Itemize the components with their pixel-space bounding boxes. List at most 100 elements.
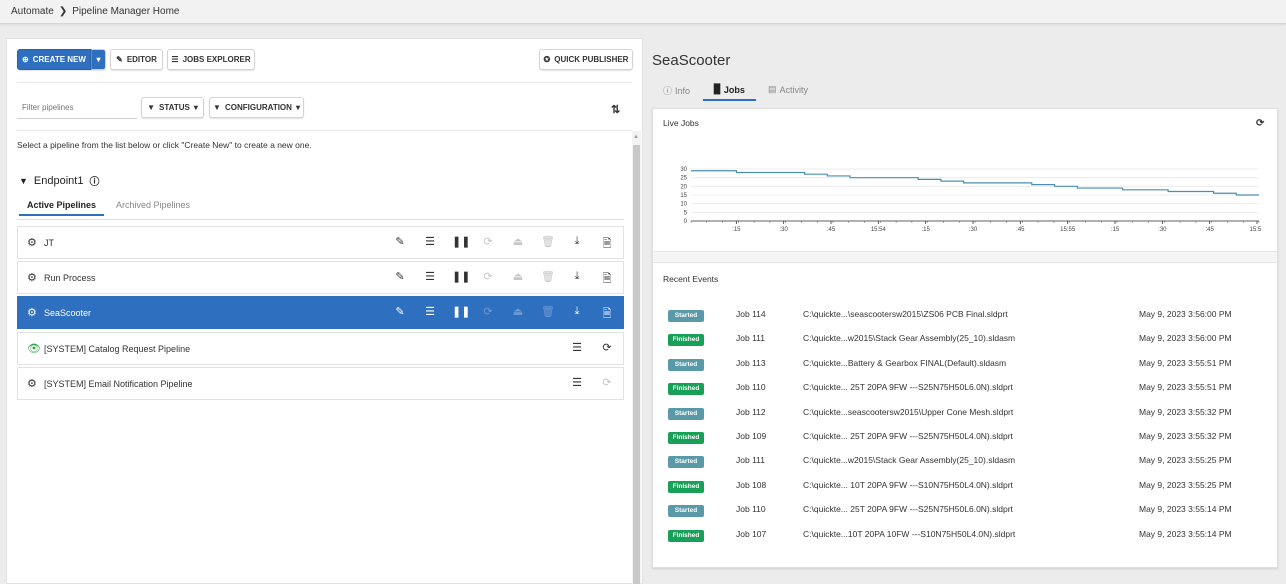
event-timestamp: May 9, 2023 3:55:25 PM xyxy=(1139,455,1232,466)
document-icon[interactable]: 🗎 xyxy=(600,235,614,254)
breadcrumb-root[interactable]: Automate xyxy=(11,6,54,17)
y-tick-label: 15 xyxy=(680,193,687,199)
event-row[interactable]: Finished Job 110 C:\quickte... 25T 20PA 9F… xyxy=(653,382,1277,406)
pipeline-toolbar: ⊕ CREATE NEW ▾ ✎ EDITOR ☰ JOBS EXPLORER … xyxy=(17,49,633,71)
gear-icon: ⚙ xyxy=(27,237,37,249)
pipeline-row-seascooter[interactable]: ⚙ SeaScooter ✎ ☰ ❚❚ ⟳ ⏏ 🗑 ⤓ 🗎 xyxy=(17,296,624,329)
filter-pipelines-input[interactable] xyxy=(17,97,137,119)
tab-jobs[interactable]: ▉ Jobs xyxy=(714,84,745,95)
eject-icon[interactable]: ⏏ xyxy=(511,235,525,248)
eject-icon[interactable]: ⏏ xyxy=(511,270,525,283)
event-job: Job 110 xyxy=(736,504,766,515)
create-new-dropdown-button[interactable]: ▾ xyxy=(91,49,106,70)
event-file-path: C:\quickte...Battery & Gearbox FINAL(Def… xyxy=(803,357,1007,368)
x-tick-label: :45 xyxy=(827,227,836,233)
pipeline-tabs: Active Pipelines Archived Pipelines xyxy=(17,195,624,220)
event-row[interactable]: Started Job 114 C:\quickte...\seascootersw… xyxy=(653,309,1277,333)
sync-icon[interactable]: ⟳ xyxy=(600,376,614,389)
document-icon[interactable]: 🗎 xyxy=(600,305,614,324)
jobs-explorer-button[interactable]: ☰ JOBS EXPLORER xyxy=(167,49,255,70)
endpoint-header[interactable]: ▼ Endpoint1 ⓘ xyxy=(19,173,99,189)
tab-archived-pipelines[interactable]: Archived Pipelines xyxy=(116,200,190,210)
sync-icon[interactable]: ⟳ xyxy=(481,305,495,318)
scrollbar-thumb[interactable] xyxy=(633,145,640,584)
event-row[interactable]: Finished Job 109 C:\quickte... 25T 20PA 9F… xyxy=(653,431,1277,455)
list-icon[interactable]: ☰ xyxy=(423,270,437,283)
caret-down-icon[interactable]: ▼ xyxy=(19,176,28,186)
list-icon[interactable]: ☰ xyxy=(423,235,437,248)
bar-chart-icon: ▉ xyxy=(714,84,721,94)
info-icon[interactable]: ⓘ xyxy=(89,173,99,188)
event-file-path: C:\quickte...\seascootersw2015\ZS06 PCB … xyxy=(803,309,1008,319)
quick-publisher-button[interactable]: ✪ QUICK PUBLISHER xyxy=(539,49,633,70)
card-section-divider xyxy=(653,251,1277,263)
event-timestamp: May 9, 2023 3:55:14 PM xyxy=(1139,504,1232,515)
pipeline-name: [SYSTEM] Catalog Request Pipeline xyxy=(44,344,191,354)
tab-active-pipelines[interactable]: Active Pipelines xyxy=(18,200,105,216)
caret-down-icon: ▾ xyxy=(295,103,300,112)
sync-icon[interactable]: ⟳ xyxy=(600,341,614,354)
status-badge: Finished xyxy=(668,480,704,493)
event-file-path: C:\quickte... 25T 20PA 9FW ---S25N75H50L… xyxy=(803,504,1013,515)
pipeline-row-catalog-request[interactable]: 👁 [SYSTEM] Catalog Request Pipeline ☰ ⟳ xyxy=(17,332,624,365)
event-timestamp: May 9, 2023 3:55:14 PM xyxy=(1139,528,1232,539)
x-tick-label: :15 xyxy=(1111,227,1120,233)
pipeline-row-run-process[interactable]: ⚙ Run Process ✎ ☰ ❚❚ ⟳ ⏏ 🗑 ⤓ 🗎 xyxy=(17,261,624,294)
sort-icon[interactable]: ⇅ xyxy=(611,103,620,116)
event-row[interactable]: Started Job 113 C:\quickte...Battery & Gea… xyxy=(653,358,1277,382)
event-job: Job 113 xyxy=(736,357,766,368)
pause-icon[interactable]: ❚❚ xyxy=(452,270,470,283)
event-file-path: C:\quickte... 25T 20PA 9FW ---S25N75H50L… xyxy=(803,431,1013,441)
pencil-icon[interactable]: ✎ xyxy=(393,305,407,318)
bolt-icon: ✪ xyxy=(543,55,551,64)
sync-icon[interactable]: ⟳ xyxy=(481,270,495,283)
trash-icon[interactable]: 🗑 xyxy=(541,235,555,248)
pipeline-detail-title: SeaScooter xyxy=(652,52,731,69)
pencil-icon[interactable]: ✎ xyxy=(393,235,407,248)
pipeline-row-email-notification[interactable]: ⚙ [SYSTEM] Email Notification Pipeline ☰… xyxy=(17,367,624,400)
eject-icon[interactable]: ⏏ xyxy=(511,305,525,318)
pause-icon[interactable]: ❚❚ xyxy=(452,305,470,318)
tab-info[interactable]: ⓘ Info xyxy=(663,84,690,97)
list-icon: ☰ xyxy=(171,55,179,64)
download-icon[interactable]: ⤓ xyxy=(570,305,584,318)
filter-icon: ▼ xyxy=(213,103,221,112)
trash-icon[interactable]: 🗑 xyxy=(541,270,555,283)
breadcrumb: Automate ❯ Pipeline Manager Home xyxy=(11,6,179,17)
pipeline-list-scrollbar[interactable]: ▲ xyxy=(632,131,641,584)
download-icon[interactable]: ⤓ xyxy=(570,235,584,248)
scroll-up-icon[interactable]: ▲ xyxy=(633,134,639,140)
pipeline-row-jt[interactable]: ⚙ JT ✎ ☰ ❚❚ ⟳ ⏏ 🗑 ⤓ 🗎 xyxy=(17,226,624,259)
x-tick-label: :15 xyxy=(732,227,741,233)
list-icon[interactable]: ☰ xyxy=(570,376,584,389)
status-badge: Started xyxy=(668,310,704,322)
y-tick-label: 30 xyxy=(680,167,687,173)
create-new-button[interactable]: ⊕ CREATE NEW xyxy=(17,49,91,70)
event-row[interactable]: Finished Job 111 C:\quickte...w2015\Stack … xyxy=(653,333,1277,357)
status-badge: Finished xyxy=(668,529,704,542)
tab-activity[interactable]: ▤ Activity xyxy=(768,84,808,95)
event-job: Job 114 xyxy=(736,309,766,319)
list-icon[interactable]: ☰ xyxy=(570,341,584,354)
jobs-card: Live Jobs ⟳ 0 5 10 15 20 25 30 :15:30:45 15:54:… xyxy=(652,108,1278,568)
status-badge: Finished xyxy=(668,432,704,444)
configuration-filter-button[interactable]: ▼ CONFIGURATION ▾ xyxy=(209,97,304,118)
pencil-icon[interactable]: ✎ xyxy=(393,270,407,283)
status-badge: Started xyxy=(668,505,704,518)
sync-icon[interactable]: ⟳ xyxy=(481,235,495,248)
event-row[interactable]: Finished Job 108 C:\quickte... 10T 20PA 9F… xyxy=(653,480,1277,504)
refresh-icon[interactable]: ⟳ xyxy=(1256,118,1264,129)
x-tick-label: :30 xyxy=(969,227,978,233)
x-tick-label: :15 xyxy=(921,227,930,233)
document-icon[interactable]: 🗎 xyxy=(600,270,614,289)
event-row[interactable]: Started Job 111 C:\quickte...w2015\Stack G… xyxy=(653,455,1277,479)
editor-button[interactable]: ✎ EDITOR xyxy=(110,49,163,70)
pause-icon[interactable]: ❚❚ xyxy=(452,235,470,248)
event-row[interactable]: Finished Job 107 C:\quickte...10T 20PA 10F… xyxy=(653,529,1277,553)
list-icon[interactable]: ☰ xyxy=(423,305,437,318)
event-row[interactable]: Started Job 110 C:\quickte... 25T 20PA 9FW… xyxy=(653,504,1277,528)
trash-icon[interactable]: 🗑 xyxy=(541,305,555,318)
status-filter-button[interactable]: ▼ STATUS ▾ xyxy=(141,97,204,118)
download-icon[interactable]: ⤓ xyxy=(570,270,584,283)
event-row[interactable]: Started Job 112 C:\quickte...seascootersw2… xyxy=(653,407,1277,431)
